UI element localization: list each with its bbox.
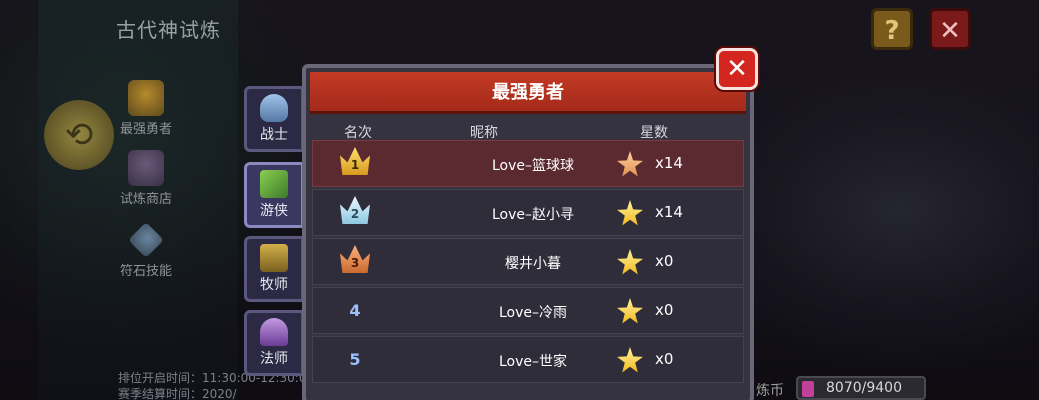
tab-label: 战士 bbox=[260, 127, 288, 143]
star-icon bbox=[617, 347, 643, 373]
star-icon bbox=[617, 298, 643, 324]
tab-warrior[interactable]: 战士 bbox=[244, 86, 304, 152]
side-nav-item-rune-skills[interactable]: 符石技能 bbox=[106, 222, 186, 279]
star-count: x14 bbox=[655, 203, 683, 221]
rune-icon bbox=[128, 222, 164, 258]
currency-value: 8070/9400 bbox=[826, 380, 902, 396]
star-count: x0 bbox=[655, 301, 674, 319]
rank-cell: 2 bbox=[333, 196, 377, 230]
side-nav-item-rankings[interactable]: 最强勇者 bbox=[106, 80, 186, 137]
table-row[interactable]: 2 Love–赵小寻 x14 bbox=[312, 189, 744, 236]
rank-number: 5 bbox=[349, 350, 361, 369]
game-title: 古代神试炼 bbox=[116, 18, 221, 42]
column-header-name: 昵称 bbox=[470, 125, 498, 141]
panel-title: 最强勇者 bbox=[492, 82, 564, 103]
coin-icon bbox=[802, 381, 814, 397]
rank-cell: 5 bbox=[333, 343, 377, 377]
star-count: x0 bbox=[655, 252, 674, 270]
star-icon bbox=[617, 200, 643, 226]
side-nav-label: 最强勇者 bbox=[119, 122, 172, 137]
star-count: x0 bbox=[655, 350, 674, 368]
close-button[interactable]: ✕ bbox=[716, 48, 758, 90]
star-icon bbox=[617, 249, 643, 275]
table-row[interactable]: 5 Love–世家 x0 bbox=[312, 336, 744, 383]
gold-crown-icon: 1 bbox=[340, 147, 370, 175]
table-row[interactable]: 4 Love–冷雨 x0 bbox=[312, 287, 744, 334]
currency-display: 炼币 8070/9400 bbox=[756, 374, 926, 400]
shop-icon bbox=[128, 150, 164, 186]
priest-icon bbox=[260, 244, 288, 272]
currency-box: 8070/9400 bbox=[796, 376, 926, 400]
side-nav-label: 符石技能 bbox=[119, 264, 172, 279]
star-icon bbox=[617, 151, 643, 177]
trophy-icon bbox=[128, 80, 164, 116]
table-row[interactable]: 1 Love–篮球球 x14 bbox=[312, 140, 744, 187]
tab-mage[interactable]: 法师 bbox=[244, 310, 304, 376]
help-button[interactable]: ? bbox=[871, 8, 913, 50]
rank-cell: 4 bbox=[333, 294, 377, 328]
column-headers: 名次 昵称 星数 bbox=[310, 120, 746, 142]
rank-cell: 3 bbox=[333, 245, 377, 279]
star-count: x14 bbox=[655, 154, 683, 172]
currency-label: 炼币 bbox=[756, 383, 784, 399]
tab-label: 牧师 bbox=[260, 277, 288, 293]
star-cell: x0 bbox=[617, 249, 737, 277]
star-cell: x14 bbox=[617, 151, 737, 179]
bronze-crown-icon: 3 bbox=[340, 245, 370, 273]
tab-priest[interactable]: 牧师 bbox=[244, 236, 304, 302]
side-nav-item-shop[interactable]: 试炼商店 bbox=[106, 150, 186, 207]
mage-icon bbox=[260, 318, 288, 346]
column-header-stars: 星数 bbox=[640, 125, 668, 141]
tab-ranger[interactable]: 游侠 bbox=[244, 162, 304, 228]
rank-cell: 1 bbox=[333, 147, 377, 181]
rank-number: 4 bbox=[349, 301, 361, 320]
season-end-time: 赛季结算时间：2020/ bbox=[118, 387, 237, 400]
ranger-icon bbox=[260, 170, 288, 198]
tab-label: 游侠 bbox=[260, 203, 288, 219]
silver-crown-icon: 2 bbox=[340, 196, 370, 224]
exit-button[interactable]: ✕ bbox=[929, 8, 971, 50]
panel-header: 最强勇者 bbox=[310, 72, 746, 114]
tab-label: 法师 bbox=[260, 351, 288, 367]
star-cell: x0 bbox=[617, 298, 737, 326]
swap-icon: ⟲ bbox=[44, 100, 114, 170]
side-nav-label: 试炼商店 bbox=[119, 192, 172, 207]
star-cell: x0 bbox=[617, 347, 737, 375]
column-header-rank: 名次 bbox=[344, 125, 372, 141]
warrior-icon bbox=[260, 94, 288, 122]
table-row[interactable]: 3 樱井小暮 x0 bbox=[312, 238, 744, 285]
star-cell: x14 bbox=[617, 200, 737, 228]
